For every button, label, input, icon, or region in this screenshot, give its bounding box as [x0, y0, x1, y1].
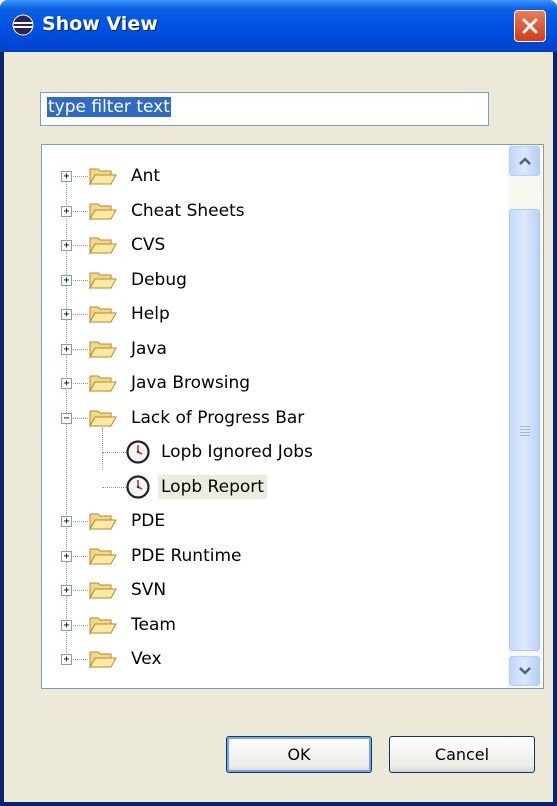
tree-guide-line [102, 486, 126, 488]
show-view-dialog: Show View type filter text + Ant + Cheat Sh… [0, 0, 557, 806]
title-bar[interactable]: Show View [0, 0, 557, 52]
tree-item-label: Ant [131, 166, 161, 187]
tree-item-label: Lopb Report [158, 474, 267, 499]
tree-item[interactable]: PDE Runtime [128, 542, 245, 570]
dialog-body: type filter text + Ant + Cheat Sheets + CVS + D… [4, 52, 553, 802]
chevron-up-icon [518, 157, 531, 165]
folder-open-icon [89, 306, 117, 325]
tree-item[interactable]: Team [128, 611, 179, 639]
expand-icon[interactable]: + [61, 619, 72, 631]
filter-input[interactable]: type filter text [40, 92, 489, 126]
tree-item[interactable]: Cheat Sheets [128, 197, 248, 225]
folder-open-icon [89, 375, 117, 394]
collapse-icon[interactable]: − [61, 412, 72, 424]
tree-item-label: PDE Runtime [131, 545, 242, 566]
scroll-up-button[interactable] [509, 146, 540, 176]
expand-icon[interactable]: + [61, 378, 72, 390]
scroll-thumb[interactable] [509, 209, 540, 651]
folder-open-icon [89, 203, 117, 221]
expand-icon[interactable]: + [61, 240, 72, 252]
expand-icon[interactable]: + [61, 205, 72, 217]
folder-open-icon [89, 513, 117, 532]
expand-icon[interactable]: + [61, 654, 72, 666]
tree-item-label: Lack of Progress Bar [131, 407, 305, 428]
expand-icon[interactable]: + [61, 343, 72, 355]
expand-icon[interactable]: + [61, 171, 72, 183]
tree-item-label: CVS [131, 235, 166, 256]
tree-item[interactable]: Java Browsing [128, 369, 253, 397]
tree-item-label: PDE [131, 511, 166, 532]
expand-icon[interactable]: + [61, 274, 72, 286]
expand-icon[interactable]: + [61, 309, 72, 321]
cancel-button[interactable]: Cancel [389, 736, 535, 773]
tree-item-label: Lopb Ignored Jobs [161, 442, 313, 463]
chevron-down-icon [518, 667, 531, 675]
folder-open-icon [89, 237, 117, 256]
folder-open-icon [89, 582, 117, 601]
tree-item[interactable]: CVS [128, 231, 168, 259]
eclipse-icon [12, 14, 34, 36]
tree-item-label: Java [131, 338, 167, 359]
expand-icon[interactable]: + [61, 516, 72, 528]
close-button[interactable] [514, 10, 546, 42]
tree-item-label: SVN [131, 580, 167, 601]
tree-guide-line [102, 452, 126, 454]
tree-item[interactable]: PDE [128, 507, 168, 535]
tree-item-label: Cheat Sheets [131, 200, 245, 221]
filter-text: type filter text [47, 97, 171, 117]
tree-item[interactable]: SVN [128, 576, 169, 604]
tree-item-label: Help [131, 304, 170, 325]
folder-open-icon [89, 410, 117, 428]
tree-item[interactable]: Ant [128, 162, 163, 190]
folder-open-icon [89, 341, 117, 359]
tree-item-label: Vex [131, 649, 162, 670]
tree-item[interactable]: Help [128, 300, 173, 328]
tree-item-label: Java Browsing [131, 373, 251, 394]
vertical-scrollbar[interactable] [508, 145, 542, 688]
tree-item-label: Debug [131, 269, 187, 290]
tree-child-item[interactable]: Lopb Report [158, 473, 267, 501]
tree-rows: + Ant + Cheat Sheets + CVS + Debug + Help + Java + Ja… [42, 145, 502, 688]
window-title: Show View [42, 13, 158, 35]
folder-open-icon [89, 272, 117, 290]
view-tree[interactable]: + Ant + Cheat Sheets + CVS + Debug + Help + Java + Ja… [41, 144, 544, 689]
close-icon [522, 18, 538, 34]
clock-icon [126, 440, 150, 464]
tree-guide-line [102, 427, 103, 470]
folder-open-icon [89, 651, 117, 670]
clock-icon [126, 475, 150, 499]
tree-item[interactable]: Lack of Progress Bar [128, 404, 307, 432]
folder-open-icon [89, 617, 117, 635]
folder-open-icon [89, 168, 117, 187]
expand-icon[interactable]: + [61, 550, 72, 562]
tree-item-label: Team [131, 614, 176, 635]
expand-icon[interactable]: + [61, 585, 72, 597]
ok-button[interactable]: OK [226, 736, 372, 773]
tree-item[interactable]: Java [128, 335, 170, 363]
tree-child-item[interactable]: Lopb Ignored Jobs [158, 438, 316, 466]
tree-item[interactable]: Debug [128, 266, 190, 294]
scroll-down-button[interactable] [509, 656, 540, 686]
folder-open-icon [89, 548, 117, 566]
tree-item[interactable]: Vex [128, 645, 165, 673]
